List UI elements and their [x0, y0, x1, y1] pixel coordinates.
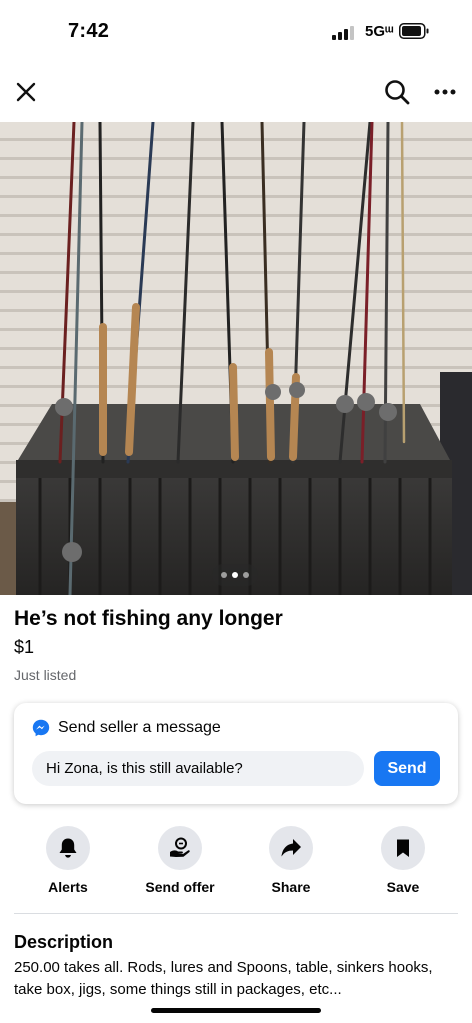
close-icon [16, 82, 36, 102]
description-heading: Description [14, 932, 114, 952]
message-seller-card: Send seller a message Send [14, 703, 458, 804]
status-time: 7:42 [68, 20, 110, 42]
listing-photo[interactable] [0, 122, 472, 595]
save-label: Save [386, 879, 420, 895]
send-button[interactable]: Send [374, 751, 440, 786]
share-arrow-icon [281, 839, 301, 857]
send-offer-label: Send offer [145, 879, 215, 895]
listed-time: Just listed [14, 667, 77, 683]
share-label: Share [271, 879, 311, 895]
listing-price: $1 [14, 637, 35, 657]
bookmark-icon [397, 839, 409, 857]
action-bar: Alerts Send offer Share Save [0, 826, 472, 901]
message-heading: Send seller a message [32, 719, 221, 737]
network-type: 5Gᵚ [365, 23, 394, 40]
message-input[interactable] [32, 751, 364, 786]
offer-icon [170, 837, 190, 857]
more-options-icon [434, 89, 456, 95]
save-button[interactable]: Save [348, 826, 458, 895]
battery-icon [399, 23, 429, 39]
home-indicator[interactable] [151, 1008, 321, 1013]
message-heading-label: Send seller a message [58, 719, 221, 736]
signal-strength-icon [332, 26, 356, 40]
messenger-icon [32, 719, 50, 737]
top-nav [0, 62, 472, 122]
status-bar: 7:42 5Gᵚ [0, 0, 472, 62]
search-button[interactable] [377, 72, 417, 112]
share-button[interactable]: Share [236, 826, 346, 895]
description-text: 250.00 takes all. Rods, lures and Spoons… [14, 959, 433, 998]
listing-title: He’s not fishing any longer [14, 607, 283, 630]
search-icon [385, 80, 410, 105]
alerts-button[interactable]: Alerts [13, 826, 123, 895]
page-dot [243, 572, 249, 578]
more-options-button[interactable] [425, 72, 465, 112]
page-dot-active [232, 572, 238, 578]
close-button[interactable] [6, 72, 46, 112]
photo-page-indicator[interactable] [212, 564, 258, 586]
bell-icon [59, 838, 77, 858]
divider [14, 913, 458, 914]
send-offer-button[interactable]: Send offer [125, 826, 235, 895]
page-dot [221, 572, 227, 578]
alerts-label: Alerts [48, 879, 88, 895]
